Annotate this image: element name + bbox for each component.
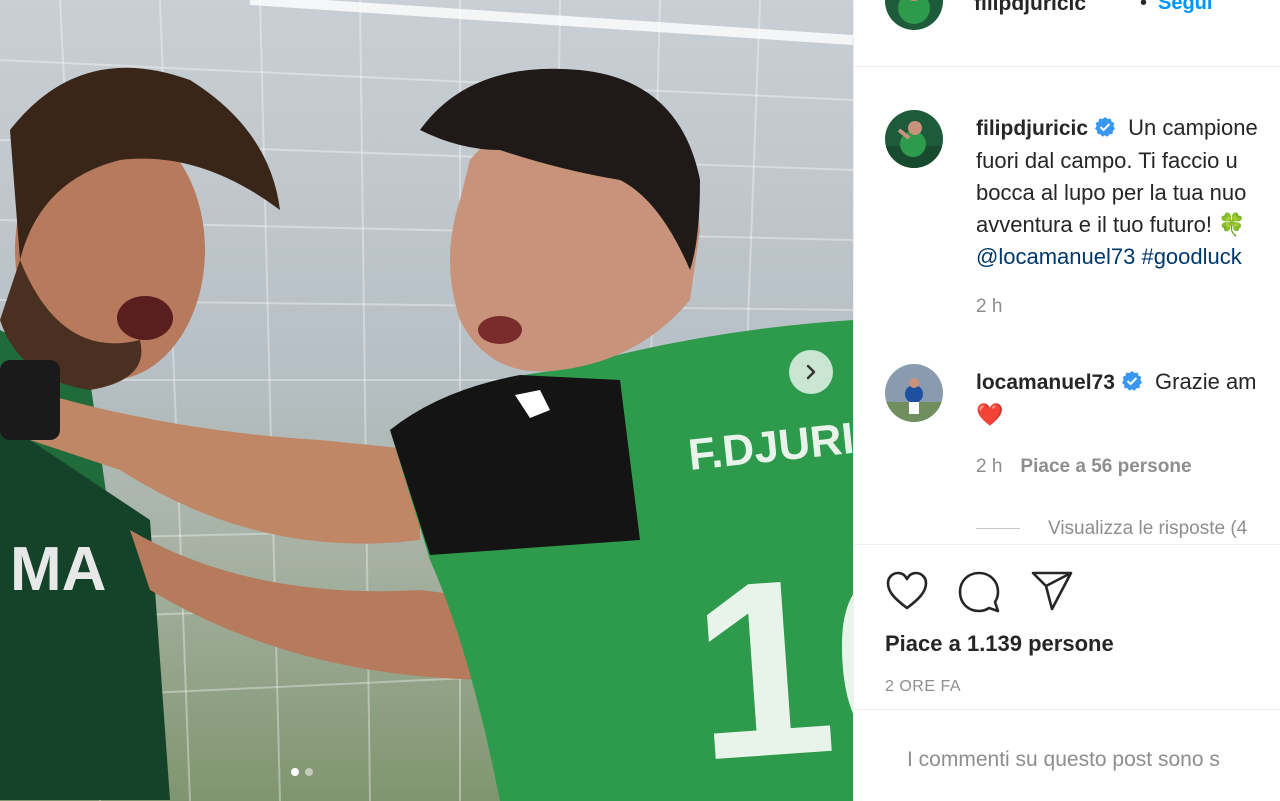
- post-side-panel: filipdjuricic • Segui filipdjuricic Un c…: [853, 0, 1280, 801]
- caption-time: 2 h: [976, 296, 1003, 317]
- carousel-indicator: [291, 768, 313, 776]
- svg-text:MA: MA: [10, 535, 106, 604]
- post-actions: Piace a 1.139 persone 2 ORE FA: [854, 544, 1280, 710]
- header-separator: •: [1140, 0, 1148, 14]
- caption-avatar[interactable]: [885, 110, 943, 168]
- view-replies-button[interactable]: Visualizza le risposte (4: [976, 518, 1247, 540]
- like-button[interactable]: [885, 570, 929, 617]
- carousel-dot: [305, 768, 313, 776]
- comment-avatar[interactable]: [885, 364, 943, 422]
- comment-emoji: ❤️: [976, 402, 1004, 427]
- comment-time: 2 h: [976, 456, 1003, 477]
- heart-icon: [886, 571, 928, 610]
- view-replies-label: Visualizza le risposte (4: [1048, 518, 1248, 539]
- comment-likes-link[interactable]: Piace a 56 persone: [1020, 456, 1191, 477]
- likes-count[interactable]: Piace a 1.139 persone: [885, 631, 1114, 657]
- caption-line-3: bocca al lupo per la tua nuo: [976, 180, 1247, 205]
- follow-button[interactable]: Segui: [1158, 0, 1212, 15]
- carousel-next-button[interactable]: [789, 350, 833, 394]
- caption-line-1: Un campione: [1128, 115, 1258, 140]
- share-button[interactable]: [1030, 570, 1074, 617]
- header-username[interactable]: filipdjuricic: [974, 0, 1086, 16]
- caption-line-2: fuori dal campo. Ti faccio u: [976, 148, 1238, 173]
- comment-meta: 2 h Piace a 56 persone: [976, 456, 1192, 478]
- comment-body: Grazie am: [1155, 369, 1257, 394]
- comment-icon: [958, 571, 1000, 613]
- post-date: 2 ORE FA: [885, 678, 962, 695]
- post-header: filipdjuricic • Segui: [854, 0, 1280, 67]
- comments-disabled-notice: I commenti su questo post sono s: [907, 748, 1220, 771]
- avatar[interactable]: [885, 0, 943, 30]
- chevron-right-icon: [806, 364, 816, 380]
- caption-line-4: avventura e il tuo futuro! 🍀: [976, 212, 1246, 237]
- avatar-image: [885, 110, 943, 168]
- post-photo[interactable]: MA F.DJURICI 10: [0, 0, 853, 801]
- carousel-dot-active: [291, 768, 299, 776]
- replies-divider: [976, 528, 1020, 530]
- caption-mention-link[interactable]: @locamanuel73: [976, 244, 1135, 269]
- comment-text: locamanuel73 Grazie am ❤️: [976, 366, 1280, 431]
- caption-text: filipdjuricic Un campione fuori dal camp…: [976, 112, 1280, 273]
- svg-text:10: 10: [684, 515, 853, 801]
- share-icon: [1031, 571, 1073, 611]
- avatar-image: [885, 364, 943, 422]
- photo-scene: MA F.DJURICI 10: [0, 0, 853, 801]
- comment-username[interactable]: locamanuel73: [976, 371, 1115, 394]
- avatar-image: [885, 0, 943, 30]
- comment-button[interactable]: [957, 570, 1001, 619]
- caption-hashtag-link[interactable]: #goodluck: [1141, 244, 1241, 269]
- caption-username[interactable]: filipdjuricic: [976, 117, 1088, 140]
- verified-badge-icon: [1121, 371, 1142, 391]
- verified-badge-icon: [1095, 117, 1116, 137]
